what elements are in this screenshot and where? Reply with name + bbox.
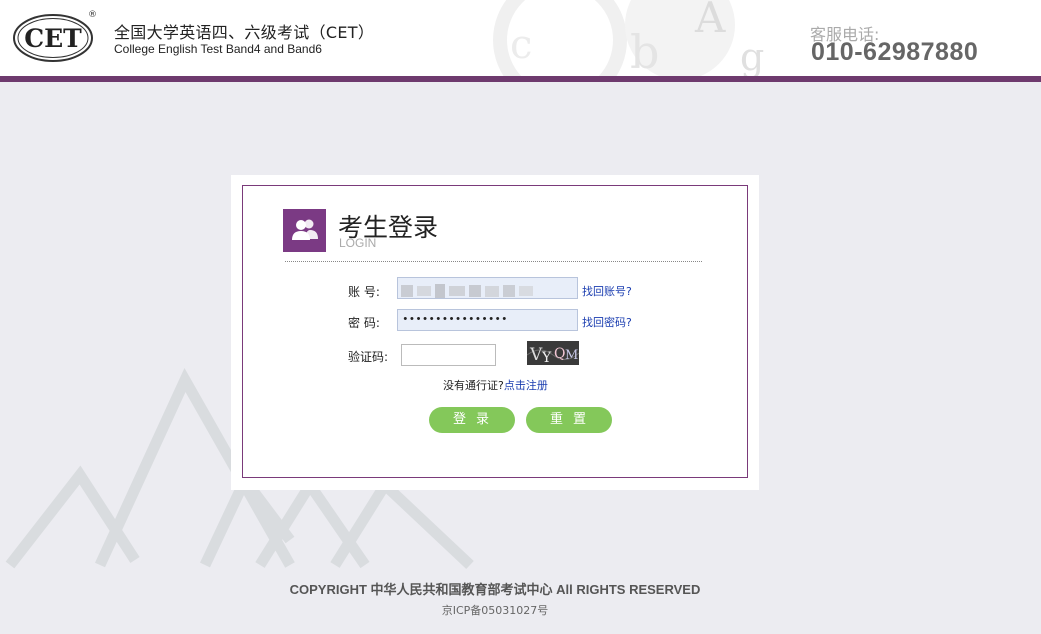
registered-mark: ® xyxy=(88,10,97,20)
users-icon xyxy=(283,209,326,252)
svg-text:Q: Q xyxy=(554,346,565,362)
svg-text:A: A xyxy=(694,0,726,42)
svg-text:V: V xyxy=(529,345,543,365)
account-redacted-value xyxy=(399,280,549,302)
password-input[interactable]: •••••••••••••••• xyxy=(397,309,578,331)
site-title-en: College English Test Band4 and Band6 xyxy=(114,42,322,56)
register-prompt: 没有通行证?点击注册 xyxy=(443,377,548,393)
copyright-text: COPYRIGHT 中华人民共和国教育部考试中心 All RIGHTS RESE… xyxy=(289,582,701,597)
svg-text:Y: Y xyxy=(541,350,552,365)
account-label: 账 号: xyxy=(348,285,380,299)
svg-text:g: g xyxy=(740,35,764,76)
svg-text:b: b xyxy=(630,25,659,76)
title-divider xyxy=(285,261,702,262)
icp-number: 京ICP备05031027号 xyxy=(441,604,549,617)
phone-number: 010-62987880 xyxy=(811,38,979,66)
captcha-input[interactable] xyxy=(401,344,496,366)
header-divider xyxy=(0,76,1041,82)
cet-logo: CET xyxy=(13,14,93,62)
header-decoration: c b A g xyxy=(493,0,764,76)
find-account-link[interactable]: 找回账号? xyxy=(582,283,632,299)
logo-text: CET xyxy=(24,24,82,53)
find-password-link[interactable]: 找回密码? xyxy=(582,314,632,330)
svg-text:M: M xyxy=(565,348,578,363)
captcha-image[interactable]: V Y Q M xyxy=(527,341,579,365)
no-pass-text: 没有通行证? xyxy=(443,379,504,392)
login-subtitle: LOGIN xyxy=(339,236,377,250)
site-title-cn: 全国大学英语四、六级考试（CET） xyxy=(114,23,375,42)
header: c b A g CET ® 全国大学英语四、六级考试（CET） College … xyxy=(0,0,1041,76)
svg-text:c: c xyxy=(510,22,532,68)
login-button[interactable]: 登录 xyxy=(429,407,515,433)
captcha-label: 验证码: xyxy=(348,350,389,364)
password-label: 密 码: xyxy=(348,316,380,330)
reset-button[interactable]: 重置 xyxy=(526,407,612,433)
register-link[interactable]: 点击注册 xyxy=(504,379,548,392)
